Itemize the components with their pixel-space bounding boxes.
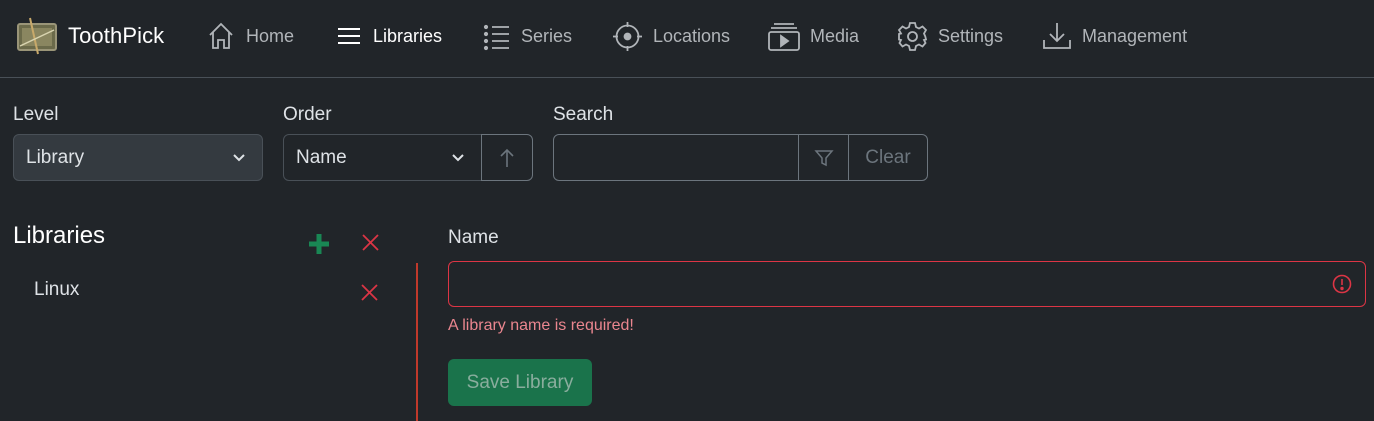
brand[interactable]: ToothPick <box>16 16 164 56</box>
delete-library-icon[interactable] <box>360 283 379 302</box>
libraries-title: Libraries <box>13 222 106 249</box>
selection-divider <box>416 263 418 421</box>
level-value: Library <box>26 146 85 168</box>
arrow-up-icon <box>500 148 514 167</box>
error-icon <box>1332 274 1352 294</box>
order-value: Name <box>296 146 347 168</box>
nav-media-label: Media <box>810 25 860 46</box>
toothpick-logo <box>17 17 57 55</box>
search-input[interactable] <box>553 134 799 181</box>
nav-locations[interactable]: Locations <box>612 18 730 54</box>
gear-icon <box>897 21 928 51</box>
library-item-label: Linux <box>34 279 80 300</box>
brand-name: ToothPick <box>68 23 165 48</box>
nav-management[interactable]: Management <box>1042 18 1187 54</box>
list-ul-icon <box>483 24 509 51</box>
list-icon <box>338 28 360 44</box>
level-select[interactable]: Library <box>13 134 263 181</box>
nav-series[interactable]: Series <box>483 18 572 54</box>
nav-settings[interactable]: Settings <box>897 18 1003 54</box>
nav-locations-label: Locations <box>653 25 731 46</box>
chevron-down-icon <box>233 154 245 162</box>
nav-media[interactable]: Media <box>768 18 859 54</box>
library-name-input[interactable] <box>448 261 1366 307</box>
nav-libraries-label: Libraries <box>373 25 443 46</box>
top-navbar: ToothPick Home Libraries Series Location… <box>0 0 1374 78</box>
order-label: Order <box>283 104 332 125</box>
nav-home-label: Home <box>246 25 295 46</box>
level-label: Level <box>13 104 59 125</box>
collection-play-icon <box>768 23 800 51</box>
download-icon <box>1043 23 1071 49</box>
nav-series-label: Series <box>521 25 573 46</box>
nav-settings-label: Settings <box>938 25 1004 46</box>
delete-all-icon[interactable] <box>361 233 380 252</box>
home-icon <box>209 22 233 49</box>
order-select[interactable]: Name <box>283 134 482 181</box>
name-label: Name <box>448 227 499 248</box>
filter-button[interactable] <box>798 134 849 181</box>
nav-management-label: Management <box>1082 25 1188 46</box>
add-library-icon[interactable] <box>308 233 330 255</box>
search-label: Search <box>553 104 614 125</box>
save-library-button[interactable]: Save Library <box>448 359 592 406</box>
name-error-message: A library name is required! <box>448 317 634 334</box>
chevron-down-icon <box>452 154 464 162</box>
crosshair-icon <box>613 21 642 51</box>
nav-home[interactable]: Home <box>206 18 294 54</box>
nav-libraries[interactable]: Libraries <box>336 18 442 54</box>
order-direction-button[interactable] <box>481 134 533 181</box>
clear-button[interactable]: Clear <box>848 134 928 181</box>
funnel-icon <box>813 149 834 166</box>
